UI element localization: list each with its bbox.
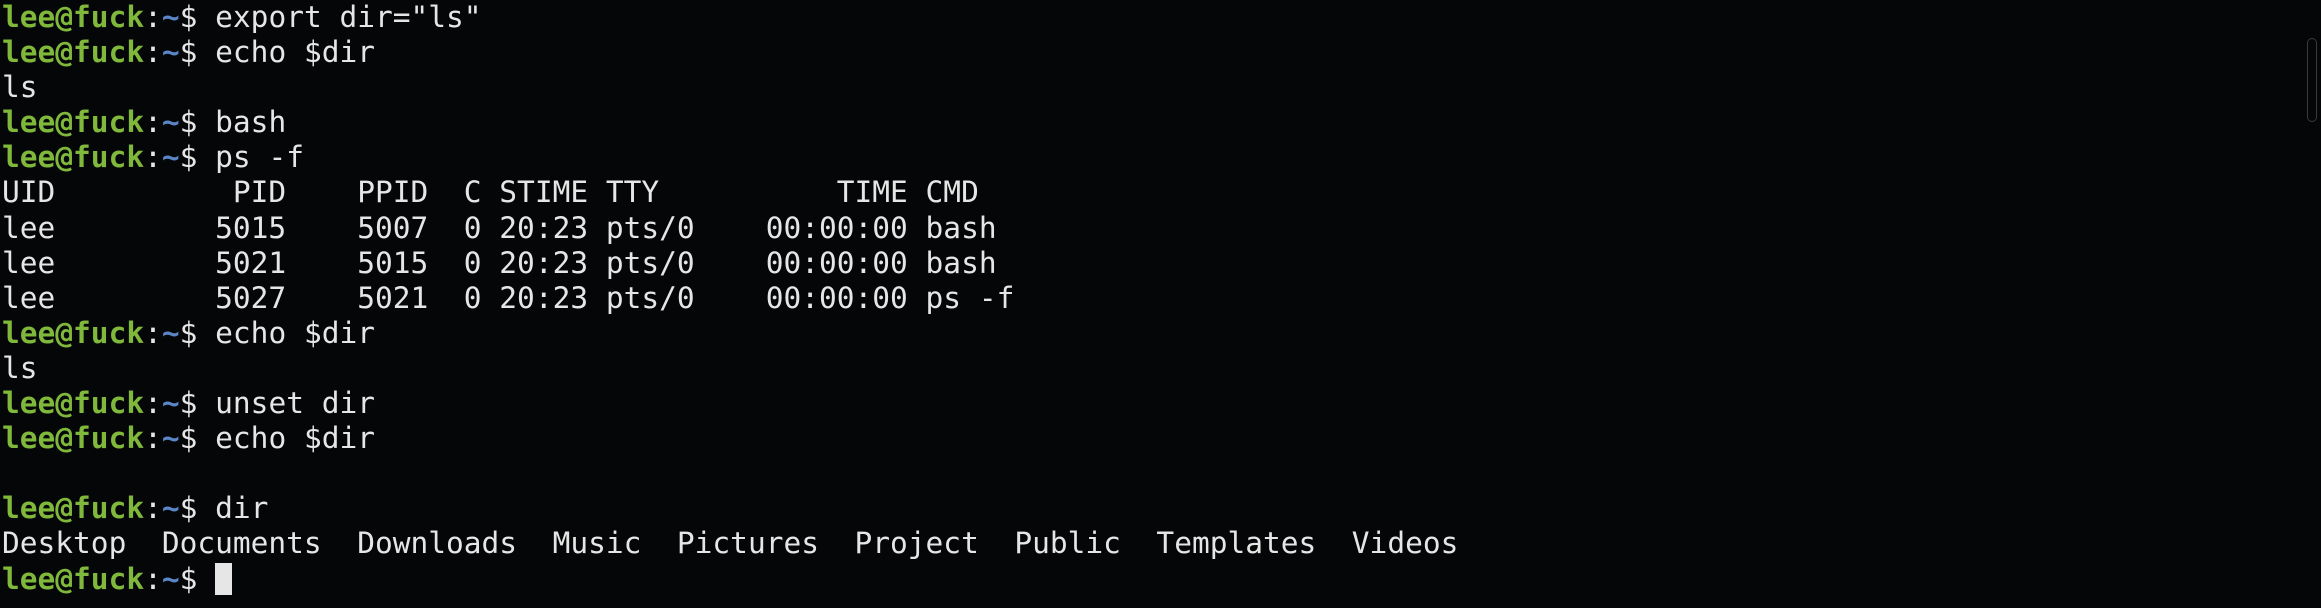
prompt-path: ~ — [161, 315, 180, 350]
prompt-path: ~ — [161, 140, 180, 175]
prompt-dollar: $ — [179, 386, 216, 421]
prompt-path: ~ — [161, 35, 180, 70]
prompt-line: lee@fuck:~$ echo $dir — [2, 316, 2300, 351]
command-text: echo $dir — [215, 421, 376, 456]
prompt-line: lee@fuck:~$ echo $dir — [2, 421, 2300, 456]
terminal-output[interactable]: lee@fuck:~$ export dir="ls" lee@fuck:~$ e… — [0, 0, 2300, 608]
scrollbar[interactable] — [2307, 38, 2317, 122]
prompt-user-host: lee@fuck — [2, 0, 145, 34]
prompt-line: lee@fuck:~$ export dir="ls" — [2, 0, 2300, 35]
prompt-dollar: $ — [179, 561, 216, 596]
output-line: ls — [2, 350, 38, 385]
prompt-user-host: lee@fuck — [2, 561, 145, 596]
command-text: ps -f — [215, 140, 304, 175]
prompt-colon: : — [144, 421, 162, 456]
output-line: lee 5027 5021 0 20:23 pts/0 00:00:00 ps … — [2, 280, 1015, 315]
prompt-colon: : — [144, 140, 162, 175]
command-text: echo $dir — [215, 35, 376, 70]
output-line: Desktop Documents Downloads Music Pictur… — [2, 526, 1459, 561]
prompt-dollar: $ — [179, 0, 216, 34]
prompt-dollar: $ — [179, 140, 216, 175]
prompt-user-host: lee@fuck — [2, 140, 145, 175]
output-line: lee 5021 5015 0 20:23 pts/0 00:00:00 bas… — [2, 245, 997, 280]
prompt-dollar: $ — [179, 105, 216, 140]
prompt-dollar: $ — [179, 421, 216, 456]
prompt-colon: : — [144, 315, 162, 350]
prompt-user-host: lee@fuck — [2, 315, 145, 350]
prompt-line: lee@fuck:~$ ps -f — [2, 140, 2300, 175]
output-line: lee 5015 5007 0 20:23 pts/0 00:00:00 bas… — [2, 210, 997, 245]
prompt-colon: : — [144, 386, 162, 421]
prompt-line: lee@fuck:~$ bash — [2, 105, 2300, 140]
prompt-user-host: lee@fuck — [2, 491, 145, 526]
prompt-path: ~ — [161, 421, 180, 456]
prompt-path: ~ — [161, 561, 180, 596]
command-text: echo $dir — [215, 315, 376, 350]
output-line: ls — [2, 70, 38, 105]
prompt-user-host: lee@fuck — [2, 386, 145, 421]
command-text: unset dir — [215, 386, 376, 421]
command-text: bash — [215, 105, 287, 140]
prompt-line: lee@fuck:~$ echo $dir — [2, 35, 2300, 70]
prompt-path: ~ — [161, 105, 180, 140]
text-cursor[interactable] — [215, 562, 233, 595]
prompt-path: ~ — [161, 0, 180, 34]
prompt-path: ~ — [161, 491, 180, 526]
prompt-dollar: $ — [179, 491, 216, 526]
prompt-user-host: lee@fuck — [2, 105, 145, 140]
prompt-colon: : — [144, 105, 162, 140]
prompt-dollar: $ — [179, 35, 216, 70]
command-text: dir — [215, 491, 269, 526]
prompt-colon: : — [144, 0, 162, 34]
prompt-colon: : — [144, 35, 162, 70]
output-line: UID PID PPID C STIME TTY TIME CMD — [2, 175, 979, 210]
prompt-user-host: lee@fuck — [2, 421, 145, 456]
prompt-colon: : — [144, 491, 162, 526]
prompt-dollar: $ — [179, 315, 216, 350]
prompt-user-host: lee@fuck — [2, 35, 145, 70]
prompt-line: lee@fuck:~$ unset dir — [2, 386, 2300, 421]
command-text: export dir="ls" — [215, 0, 482, 34]
prompt-colon: : — [144, 561, 162, 596]
prompt-path: ~ — [161, 386, 180, 421]
prompt-line: lee@fuck:~$ dir — [2, 491, 2300, 526]
prompt-line: lee@fuck:~$ — [2, 562, 2300, 597]
